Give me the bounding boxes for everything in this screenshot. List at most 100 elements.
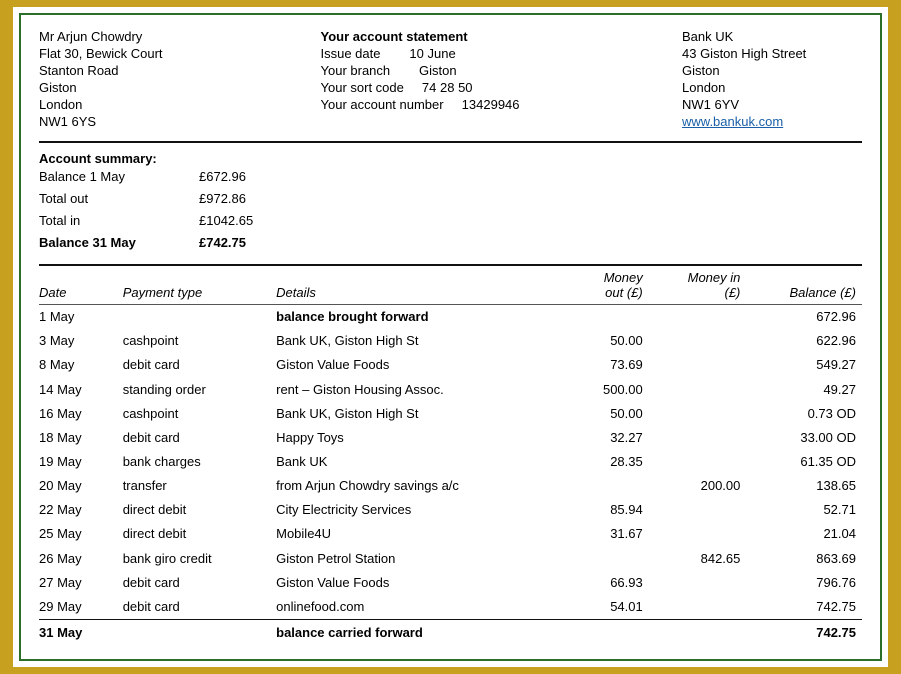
cell-money-out: 50.00 bbox=[555, 402, 653, 426]
cell-date: 29 May bbox=[39, 595, 123, 620]
cell-money-in bbox=[653, 571, 751, 595]
cell-balance: 138.65 bbox=[750, 474, 862, 498]
cell-details: Bank UK bbox=[276, 450, 555, 474]
cell-date: 31 May bbox=[39, 620, 123, 646]
cell-details: Giston Petrol Station bbox=[276, 547, 555, 571]
account-row: Your account number 13429946 bbox=[321, 97, 581, 112]
summary-total-in: Total in £1042.65 bbox=[39, 210, 862, 232]
summary-balance1: Balance 1 May £672.96 bbox=[39, 166, 862, 188]
branch-label: Your branch bbox=[321, 63, 391, 78]
outer-border: Mr Arjun Chowdry Flat 30, Bewick Court S… bbox=[10, 4, 891, 670]
cell-balance: 622.96 bbox=[750, 329, 862, 353]
account-value: 13429946 bbox=[462, 97, 520, 112]
cell-balance: 796.76 bbox=[750, 571, 862, 595]
cell-money-out: 28.35 bbox=[555, 450, 653, 474]
cell-details: City Electricity Services bbox=[276, 498, 555, 522]
cell-money-in bbox=[653, 305, 751, 330]
cell-date: 26 May bbox=[39, 547, 123, 571]
cell-date: 8 May bbox=[39, 353, 123, 377]
cell-date: 3 May bbox=[39, 329, 123, 353]
cell-date: 22 May bbox=[39, 498, 123, 522]
customer-address: Mr Arjun Chowdry Flat 30, Bewick Court S… bbox=[39, 29, 219, 129]
cell-balance: 742.75 bbox=[750, 620, 862, 646]
cell-details: from Arjun Chowdry savings a/c bbox=[276, 474, 555, 498]
cell-money-out bbox=[555, 305, 653, 330]
cell-balance: 52.71 bbox=[750, 498, 862, 522]
cell-type: transfer bbox=[123, 474, 276, 498]
cell-money-out: 54.01 bbox=[555, 595, 653, 620]
sortcode-value: 74 28 50 bbox=[422, 80, 473, 95]
table-row: 19 May bank charges Bank UK 28.35 61.35 … bbox=[39, 450, 862, 474]
header-section: Mr Arjun Chowdry Flat 30, Bewick Court S… bbox=[39, 29, 862, 129]
cell-type: debit card bbox=[123, 426, 276, 450]
cell-date: 1 May bbox=[39, 305, 123, 330]
cell-details: rent – Giston Housing Assoc. bbox=[276, 378, 555, 402]
cell-money-in: 200.00 bbox=[653, 474, 751, 498]
cell-details: Bank UK, Giston High St bbox=[276, 402, 555, 426]
branch-value: Giston bbox=[419, 63, 457, 78]
cell-money-in bbox=[653, 620, 751, 646]
cell-date: 14 May bbox=[39, 378, 123, 402]
cell-balance: 863.69 bbox=[750, 547, 862, 571]
cell-money-in bbox=[653, 595, 751, 620]
cell-type: bank charges bbox=[123, 450, 276, 474]
cell-money-in bbox=[653, 402, 751, 426]
cell-type: standing order bbox=[123, 378, 276, 402]
col-header-balance: Balance (£) bbox=[750, 265, 862, 305]
cell-date: 27 May bbox=[39, 571, 123, 595]
account-summary: Account summary: Balance 1 May £672.96 T… bbox=[39, 151, 862, 254]
cell-money-out: 73.69 bbox=[555, 353, 653, 377]
cell-balance: 33.00 OD bbox=[750, 426, 862, 450]
table-row: 14 May standing order rent – Giston Hous… bbox=[39, 378, 862, 402]
issue-value: 10 June bbox=[409, 46, 455, 61]
cell-money-in bbox=[653, 522, 751, 546]
bank-address3: London bbox=[682, 80, 862, 95]
statement-title: Your account statement bbox=[321, 29, 581, 44]
cell-balance: 549.27 bbox=[750, 353, 862, 377]
cell-money-in: 842.65 bbox=[653, 547, 751, 571]
cell-money-out: 50.00 bbox=[555, 329, 653, 353]
cell-money-out: 32.27 bbox=[555, 426, 653, 450]
cell-money-out: 85.94 bbox=[555, 498, 653, 522]
statement-info: Your account statement Issue date 10 Jun… bbox=[321, 29, 581, 129]
bank-address4: NW1 6YV bbox=[682, 97, 862, 112]
summary-total-out: Total out £972.86 bbox=[39, 188, 862, 210]
cell-details: Mobile4U bbox=[276, 522, 555, 546]
header-divider bbox=[39, 141, 862, 143]
cell-type: debit card bbox=[123, 595, 276, 620]
cell-type bbox=[123, 305, 276, 330]
bank-address2: Giston bbox=[682, 63, 862, 78]
table-row: 27 May debit card Giston Value Foods 66.… bbox=[39, 571, 862, 595]
cell-money-in bbox=[653, 450, 751, 474]
cell-money-out bbox=[555, 547, 653, 571]
customer-address4: London bbox=[39, 97, 219, 112]
summary-balance31: Balance 31 May £742.75 bbox=[39, 232, 862, 254]
cell-money-out bbox=[555, 474, 653, 498]
cell-type: direct debit bbox=[123, 498, 276, 522]
col-header-payment-type: Payment type bbox=[123, 265, 276, 305]
col-header-date: Date bbox=[39, 265, 123, 305]
cell-details: balance brought forward bbox=[276, 305, 555, 330]
cell-type: cashpoint bbox=[123, 402, 276, 426]
table-row: 29 May debit card onlinefood.com 54.01 7… bbox=[39, 595, 862, 620]
table-row: 8 May debit card Giston Value Foods 73.6… bbox=[39, 353, 862, 377]
cell-type: debit card bbox=[123, 571, 276, 595]
cell-money-out bbox=[555, 620, 653, 646]
customer-address3: Giston bbox=[39, 80, 219, 95]
sortcode-row: Your sort code 74 28 50 bbox=[321, 80, 581, 95]
customer-address2: Stanton Road bbox=[39, 63, 219, 78]
cell-type: cashpoint bbox=[123, 329, 276, 353]
bank-name: Bank UK bbox=[682, 29, 862, 44]
issue-date-row: Issue date 10 June bbox=[321, 46, 581, 61]
transactions-table: Date Payment type Details Moneyout (£) M… bbox=[39, 264, 862, 645]
cell-date: 19 May bbox=[39, 450, 123, 474]
cell-balance: 21.04 bbox=[750, 522, 862, 546]
cell-type bbox=[123, 620, 276, 646]
cell-balance: 0.73 OD bbox=[750, 402, 862, 426]
account-label: Your account number bbox=[321, 97, 444, 112]
customer-name: Mr Arjun Chowdry bbox=[39, 29, 219, 44]
cell-details: Giston Value Foods bbox=[276, 571, 555, 595]
bank-website[interactable]: www.bankuk.com bbox=[682, 114, 862, 129]
cell-money-in bbox=[653, 353, 751, 377]
bank-info: Bank UK 43 Giston High Street Giston Lon… bbox=[682, 29, 862, 129]
